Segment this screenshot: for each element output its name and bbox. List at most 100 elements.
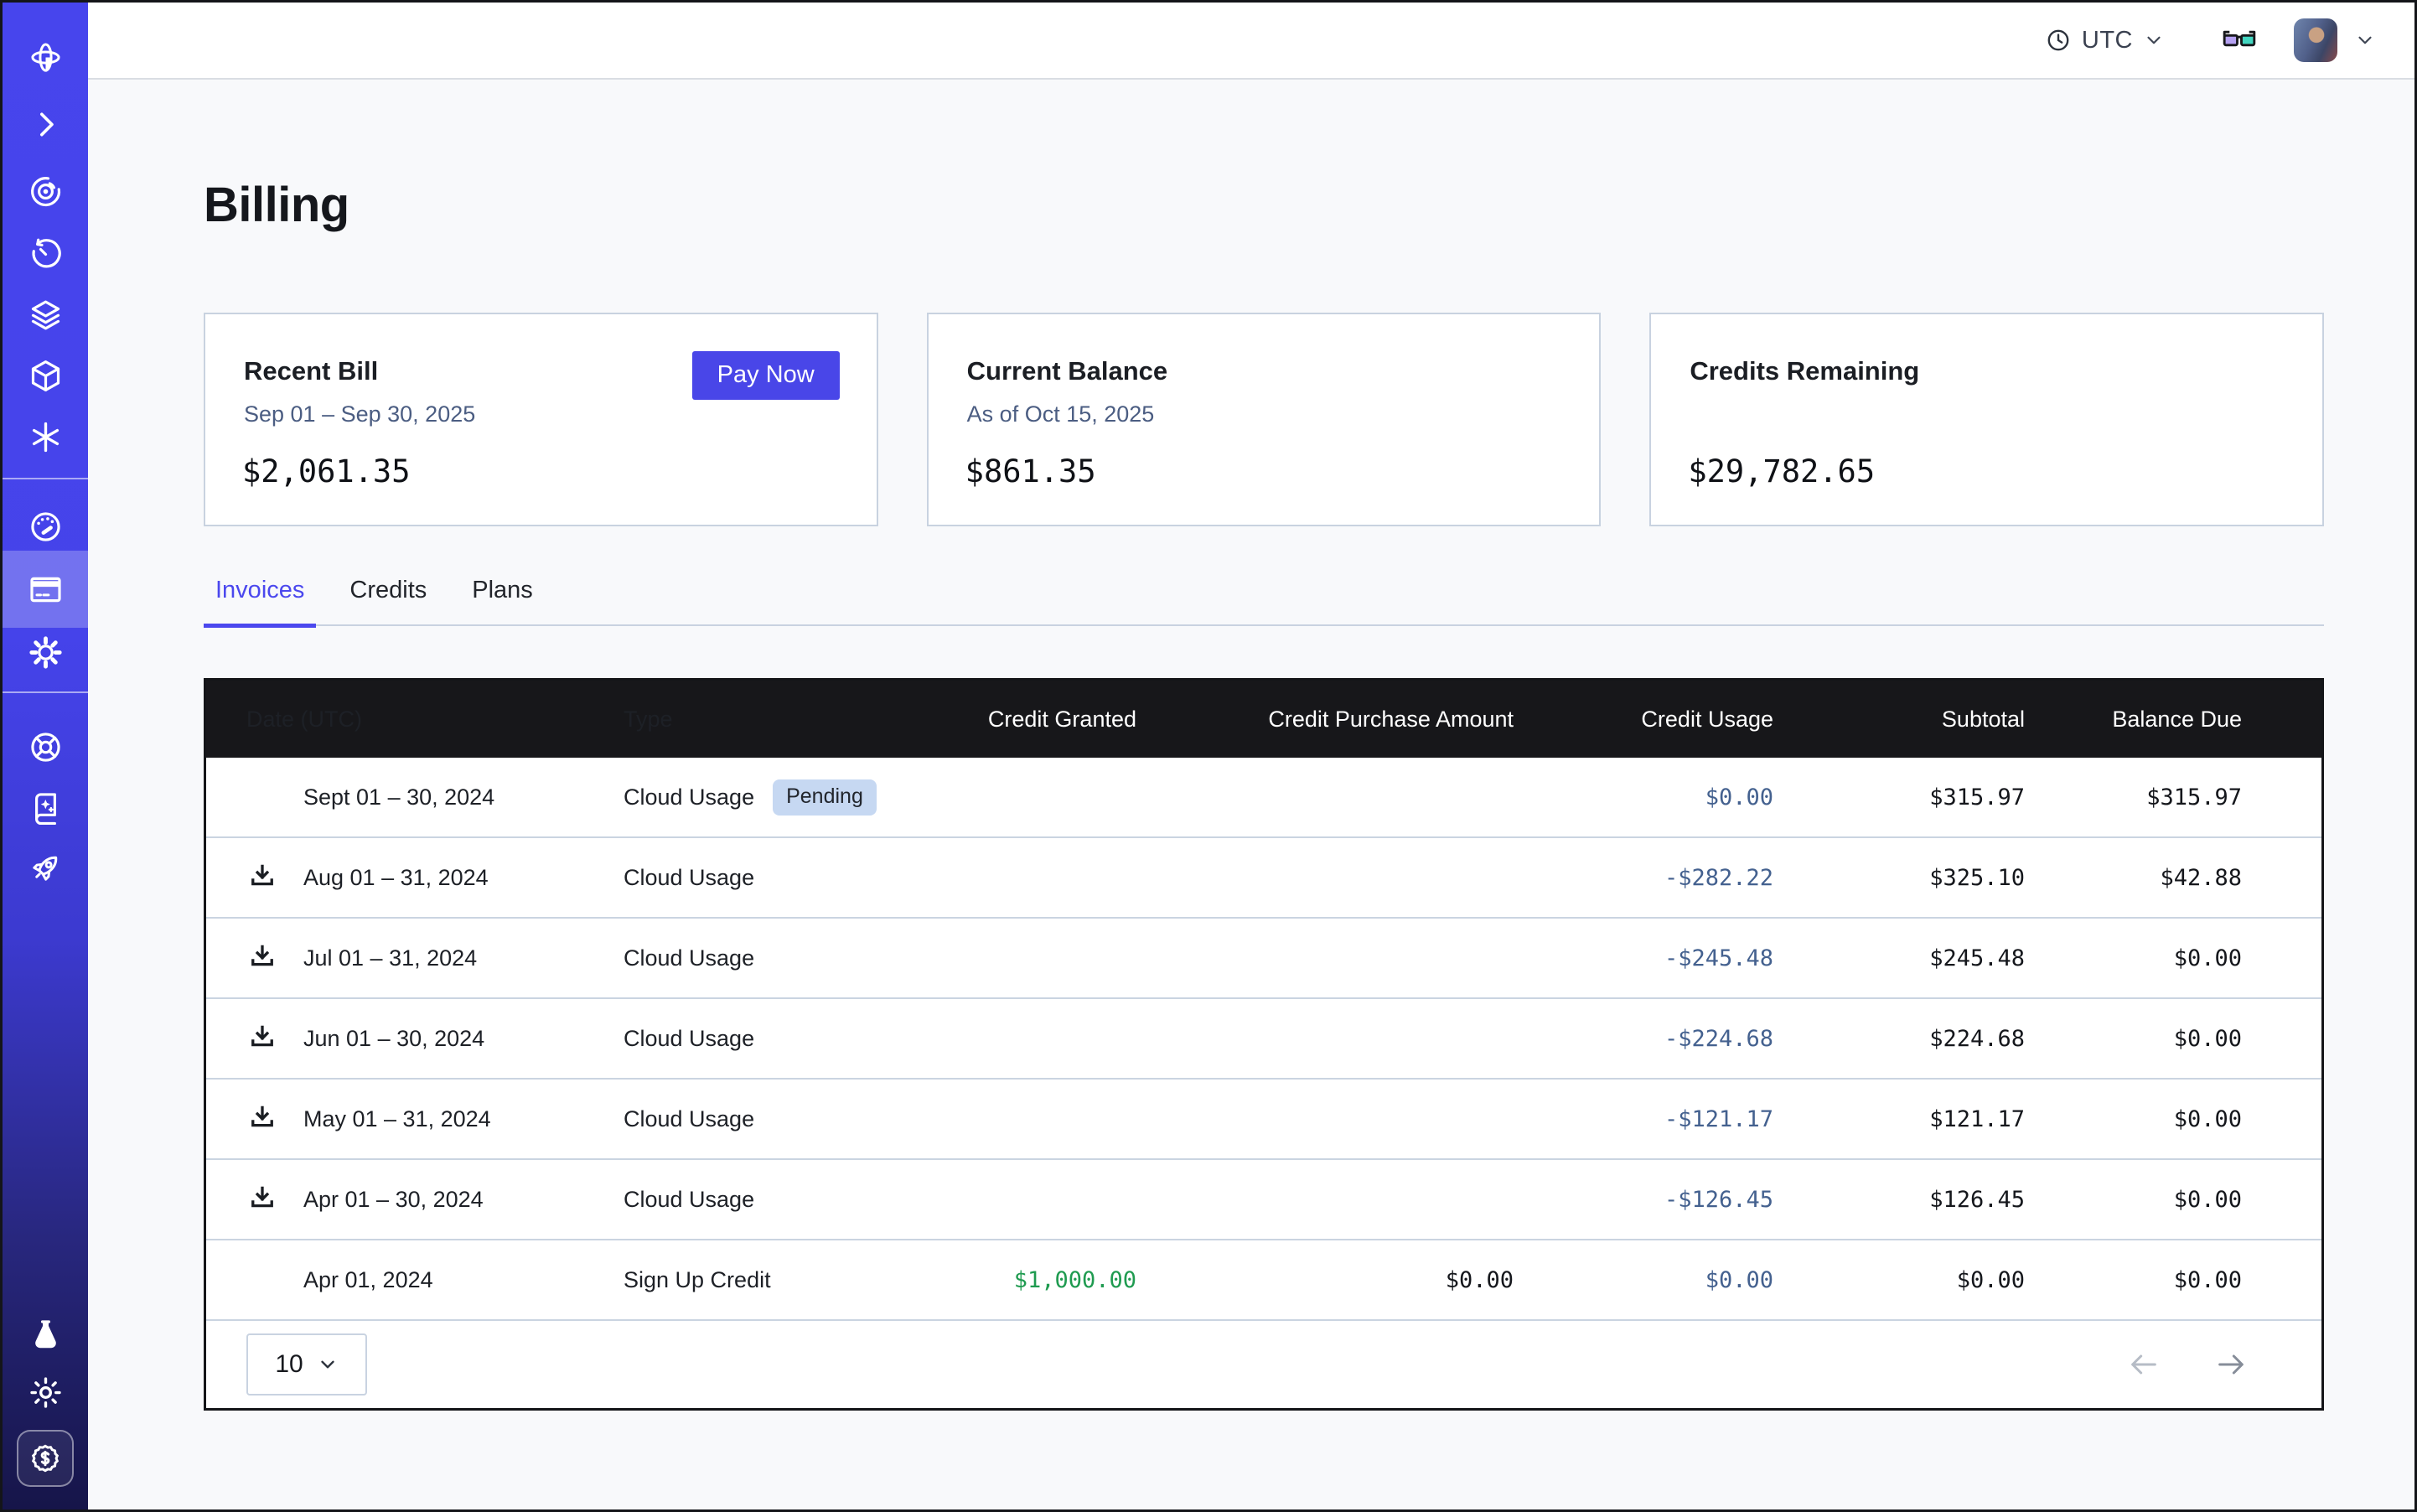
- invoice-date: Jun 01 – 30, 2024: [303, 1026, 484, 1052]
- page-size-value: 10: [275, 1350, 303, 1379]
- user-menu-chevron-icon[interactable]: [2354, 29, 2376, 51]
- table-row: Jun 01 – 30, 2024 Cloud Usage -$224.68 $…: [206, 999, 2321, 1080]
- user-avatar[interactable]: [2294, 18, 2337, 62]
- invoice-date: Aug 01 – 31, 2024: [303, 865, 489, 891]
- download-invoice-button[interactable]: [246, 1103, 278, 1135]
- credit-usage-value: -$121.17: [1547, 1106, 1807, 1132]
- invoice-date: Jul 01 – 31, 2024: [303, 945, 477, 971]
- pay-now-button[interactable]: Pay Now: [692, 351, 840, 400]
- download-invoice-button[interactable]: [246, 862, 278, 893]
- timezone-selector[interactable]: UTC: [2045, 27, 2165, 54]
- invoice-type: Cloud Usage: [583, 865, 935, 891]
- 3d-glasses-button[interactable]: [2220, 21, 2259, 60]
- subtotal-value: $245.48: [1807, 945, 2058, 971]
- download-icon: [246, 942, 278, 974]
- balance-due-value: $0.00: [2058, 1106, 2321, 1132]
- download-icon: [246, 1023, 278, 1054]
- credit-usage-value: $0.00: [1547, 784, 1807, 810]
- card-subtitle: Sep 01 – Sep 30, 2025: [244, 401, 475, 427]
- chevron-down-icon: [317, 1354, 339, 1375]
- table-header-row: Date (UTC) Type Credit Granted Credit Pu…: [206, 681, 2321, 758]
- status-badge: Pending: [773, 779, 877, 816]
- next-page-arrow-icon[interactable]: [2214, 1348, 2248, 1381]
- layers-icon[interactable]: [3, 287, 88, 341]
- col-credit-purchase: Credit Purchase Amount: [1170, 707, 1547, 733]
- download-invoice-button[interactable]: [246, 1183, 278, 1215]
- iris-icon[interactable]: [3, 164, 88, 218]
- card-title: Current Balance: [967, 356, 1167, 386]
- sidebar-divider: [3, 691, 88, 693]
- subtotal-value: $121.17: [1807, 1106, 2058, 1132]
- table-row: Jul 01 – 31, 2024 Cloud Usage -$245.48 $…: [206, 919, 2321, 999]
- sun-icon[interactable]: [3, 1365, 88, 1419]
- invoice-date: Apr 01, 2024: [303, 1267, 433, 1293]
- download-icon: [246, 1103, 278, 1135]
- invoices-table: Date (UTC) Type Credit Granted Credit Pu…: [204, 678, 2324, 1411]
- tab-invoices[interactable]: Invoices: [204, 575, 316, 628]
- docs-book-icon[interactable]: [3, 780, 88, 834]
- sidebar-divider: [3, 478, 88, 479]
- invoice-type: Cloud Usage: [583, 1026, 935, 1052]
- credits-remaining-card: Credits Remaining $29,782.65: [1649, 313, 2324, 526]
- current-balance-amount: $861.35: [965, 453, 1096, 489]
- credit-purchase-value: $0.00: [1170, 1267, 1547, 1293]
- credit-usage-value: $0.00: [1547, 1267, 1807, 1293]
- card-subtitle: As of Oct 15, 2025: [967, 401, 1155, 427]
- subtotal-value: $325.10: [1807, 865, 2058, 891]
- invoice-type: Sign Up Credit: [583, 1267, 935, 1293]
- chevron-down-icon: [2143, 29, 2165, 51]
- help-wheel-icon[interactable]: [3, 720, 88, 774]
- sidebar-item-billing[interactable]: [3, 562, 88, 616]
- download-invoice-button[interactable]: [246, 942, 278, 974]
- tab-plans[interactable]: Plans: [460, 575, 545, 625]
- subtotal-value: $126.45: [1807, 1187, 2058, 1213]
- col-date: Date (UTC): [206, 707, 583, 733]
- credit-granted-value: $1,000.00: [935, 1267, 1170, 1293]
- tab-credits[interactable]: Credits: [338, 575, 438, 625]
- orbit-logo-icon[interactable]: [3, 30, 88, 84]
- credit-usage-value: -$224.68: [1547, 1026, 1807, 1052]
- col-credit-usage: Credit Usage: [1547, 707, 1807, 733]
- balance-due-value: $0.00: [2058, 1026, 2321, 1052]
- table-row: May 01 – 31, 2024 Cloud Usage -$121.17 $…: [206, 1080, 2321, 1160]
- card-title: Credits Remaining: [1690, 356, 1919, 386]
- recent-bill-card: Recent Bill Sep 01 – Sep 30, 2025 $2,061…: [204, 313, 878, 526]
- rocket-icon[interactable]: [3, 841, 88, 894]
- table-row: Apr 01, 2024 Sign Up Credit $1,000.00 $0…: [206, 1240, 2321, 1321]
- clock-icon: [2045, 27, 2072, 54]
- download-icon: [246, 1183, 278, 1215]
- col-balance-due: Balance Due: [2058, 707, 2321, 733]
- gauge-icon[interactable]: [3, 500, 88, 553]
- subtotal-value: $224.68: [1807, 1026, 2058, 1052]
- flask-icon[interactable]: [3, 1307, 88, 1360]
- table-row: Aug 01 – 31, 2024 Cloud Usage -$282.22 $…: [206, 838, 2321, 919]
- recent-bill-amount: $2,061.35: [242, 453, 410, 489]
- download-icon: [246, 862, 278, 893]
- download-invoice-button[interactable]: [246, 1023, 278, 1054]
- history-timer-icon[interactable]: [3, 227, 88, 281]
- prev-page-arrow-icon[interactable]: [2127, 1348, 2161, 1381]
- credits-remaining-amount: $29,782.65: [1688, 453, 1875, 489]
- cube-icon[interactable]: [3, 349, 88, 402]
- invoice-type: Cloud Usage: [583, 1106, 935, 1132]
- col-credit-granted: Credit Granted: [935, 707, 1170, 733]
- credit-usage-value: -$126.45: [1547, 1187, 1807, 1213]
- invoice-type: Cloud Usage: [624, 784, 754, 810]
- collapse-chevron-right-icon[interactable]: [3, 97, 88, 151]
- credits-dollar-badge-button[interactable]: [17, 1430, 74, 1487]
- table-row: Apr 01 – 30, 2024 Cloud Usage -$126.45 $…: [206, 1160, 2321, 1240]
- table-row: Sept 01 – 30, 2024 Cloud Usage Pending $…: [206, 758, 2321, 838]
- col-type: Type: [583, 707, 935, 733]
- current-balance-card: Current Balance As of Oct 15, 2025 $861.…: [927, 313, 1602, 526]
- dollar-badge-icon: [28, 1441, 63, 1476]
- timezone-label: UTC: [2082, 27, 2133, 54]
- asterisk-icon[interactable]: [3, 410, 88, 463]
- gear-icon[interactable]: [3, 625, 88, 679]
- subtotal-value: $0.00: [1807, 1267, 2058, 1293]
- invoice-type: Cloud Usage: [583, 1187, 935, 1213]
- page-size-select[interactable]: 10: [246, 1333, 367, 1395]
- table-pagination: 10: [206, 1321, 2321, 1408]
- credit-usage-value: -$282.22: [1547, 865, 1807, 891]
- invoice-date: Apr 01 – 30, 2024: [303, 1187, 484, 1213]
- credit-usage-value: -$245.48: [1547, 945, 1807, 971]
